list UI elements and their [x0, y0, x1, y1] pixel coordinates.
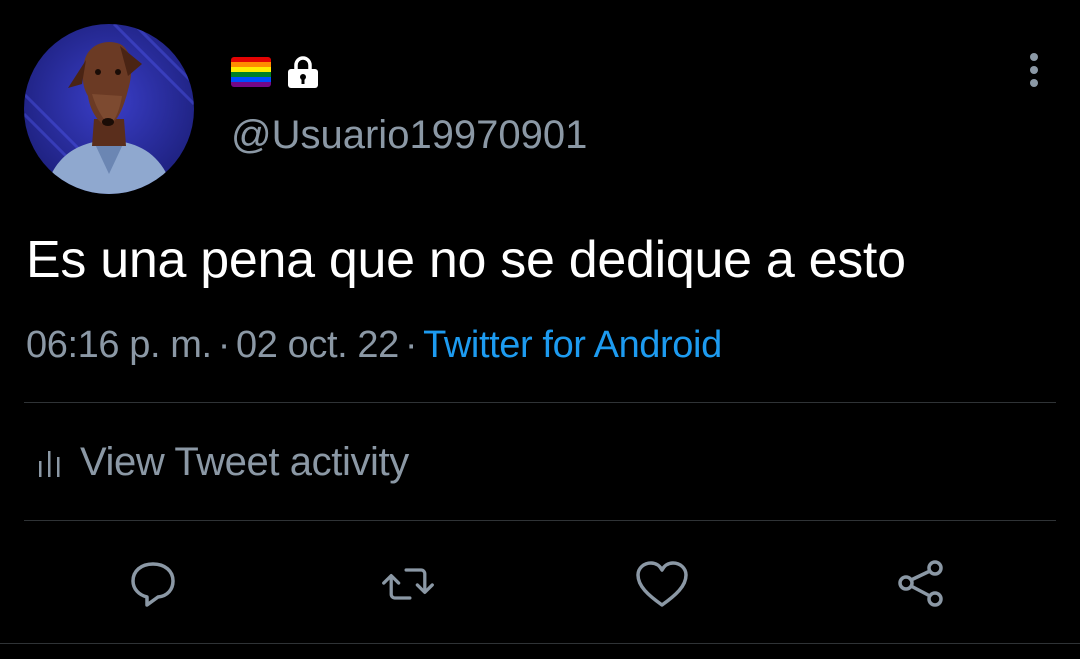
tweet-time: 06:16 p. m. [26, 324, 212, 366]
analytics-icon [39, 451, 60, 477]
more-icon-dot [1030, 79, 1038, 87]
tweet-text: Es una pena que no se dedique a esto [26, 231, 906, 289]
share-button[interactable] [893, 556, 949, 612]
more-options-button[interactable] [1014, 48, 1054, 92]
divider [24, 520, 1056, 521]
avatar-image [24, 24, 194, 194]
tweet-meta: 06:16 p. m. · 02 oct. 22 · Twitter for Andro… [26, 322, 722, 368]
share-icon [898, 560, 943, 607]
view-tweet-activity-label: View Tweet activity [80, 440, 409, 484]
tweet-source-link[interactable]: Twitter for Android [423, 324, 722, 366]
view-tweet-activity-button[interactable]: View Tweet activity [36, 437, 409, 487]
retweet-button[interactable] [380, 556, 436, 612]
meta-separator: · [404, 324, 418, 366]
more-icon-dot [1030, 53, 1038, 61]
like-button[interactable] [634, 556, 690, 612]
tweet-date: 02 oct. 22 [235, 324, 399, 366]
reply-button[interactable] [125, 556, 181, 612]
user-handle[interactable]: @Usuario19970901 [231, 112, 587, 158]
divider [24, 402, 1056, 403]
divider [0, 643, 1080, 644]
retweet-icon [382, 568, 434, 600]
like-icon [636, 561, 688, 607]
display-name-badges [231, 54, 321, 90]
flag-stripe-purple [231, 82, 271, 87]
rainbow-flag-icon [231, 57, 271, 87]
meta-separator: · [217, 324, 231, 366]
lock-icon [288, 56, 318, 88]
reply-icon [131, 562, 175, 607]
more-icon-dot [1030, 66, 1038, 74]
avatar[interactable] [24, 24, 194, 194]
